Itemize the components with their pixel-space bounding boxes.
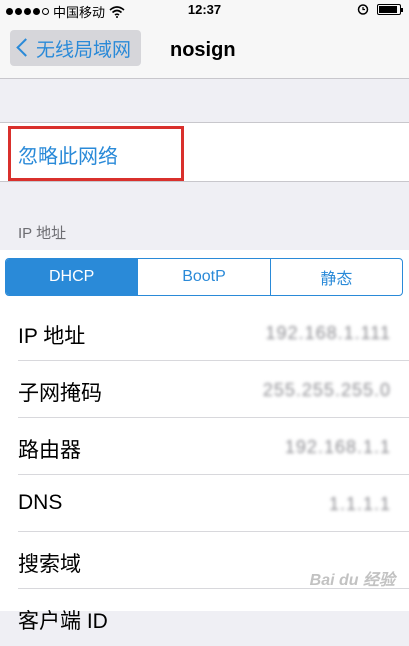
- watermark-logo: Bai du 经验: [309, 572, 395, 589]
- row-label: 搜索域: [18, 553, 81, 576]
- navigation-bar: 无线局域网 nosign: [0, 20, 409, 79]
- segment-static[interactable]: 静态: [269, 259, 402, 295]
- annotation-highlight-box: [8, 126, 184, 181]
- status-time: 12:37: [187, 2, 222, 17]
- row-label: 路由器: [18, 439, 81, 462]
- battery-fill: [379, 5, 397, 13]
- row-value: 255.255.255.0: [262, 380, 391, 400]
- ip-details-list: IP 地址 192.168.1.111 子网掩码 255.255.255.0 路…: [0, 304, 409, 633]
- alarm-clock-icon: [357, 4, 369, 15]
- row-ip-address[interactable]: IP 地址 192.168.1.111: [0, 304, 409, 361]
- chevron-left-icon: [16, 38, 35, 57]
- segment-bootp[interactable]: BootP: [137, 259, 269, 295]
- status-bar: 中国移动 12:37: [0, 0, 409, 20]
- row-client-id[interactable]: 客户端 ID: [0, 589, 409, 646]
- segment-dhcp[interactable]: DHCP: [6, 259, 138, 295]
- back-button-label: 无线局域网: [36, 39, 132, 61]
- ip-mode-segmented-control: DHCP BootP 静态: [5, 258, 403, 296]
- row-router[interactable]: 路由器 192.168.1.1: [0, 418, 409, 475]
- row-value: 192.168.1.1: [284, 437, 391, 457]
- row-value: 192.168.1.111: [265, 323, 391, 343]
- row-label: 子网掩码: [18, 382, 102, 405]
- row-label: 客户端 ID: [18, 610, 108, 633]
- ip-section-header: IP 地址: [18, 225, 67, 242]
- row-dns[interactable]: DNS 1.1.1.1: [0, 475, 409, 532]
- row-label: DNS: [18, 491, 63, 514]
- row-label: IP 地址: [18, 325, 86, 348]
- row-value: 1.1.1.1: [328, 494, 391, 514]
- row-subnet-mask[interactable]: 子网掩码 255.255.255.0: [0, 361, 409, 418]
- back-button[interactable]: 无线局域网: [10, 30, 142, 66]
- page-title: nosign: [170, 39, 236, 61]
- battery-icon: [377, 3, 403, 15]
